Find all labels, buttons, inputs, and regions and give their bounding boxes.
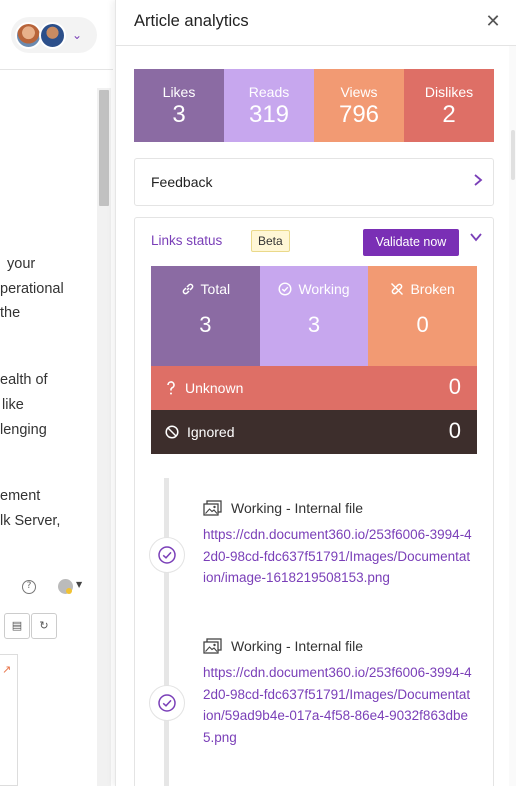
- stat-value: 796: [338, 101, 380, 128]
- beta-badge: Beta: [251, 230, 290, 252]
- timeline-item: Working - Internal file https://cdn.docu…: [203, 498, 473, 589]
- link-status-text: Working - Internal file: [231, 500, 364, 516]
- refresh-icon[interactable]: ↻: [31, 613, 57, 639]
- link-url[interactable]: https://cdn.document360.io/253f6006-3994…: [203, 662, 473, 748]
- stat-label: Likes: [162, 84, 196, 100]
- external-link-icon[interactable]: ↗: [2, 663, 11, 676]
- image-icon: [203, 638, 222, 654]
- timeline-item: Working - Internal file https://cdn.docu…: [203, 636, 473, 748]
- left-text-line: ealth of: [0, 372, 48, 388]
- links-unknown-row[interactable]: Unknown 0: [151, 366, 477, 410]
- check-circle-icon: [278, 282, 292, 296]
- ban-icon: [165, 425, 179, 439]
- link-url[interactable]: https://cdn.document360.io/253f6006-3994…: [203, 524, 473, 589]
- left-text-line: ement: [0, 488, 41, 504]
- links-ignored-row[interactable]: Ignored 0: [151, 410, 477, 454]
- stat-reads: Reads 319: [224, 69, 314, 142]
- links-broken-label: Broken: [410, 281, 455, 297]
- drawer-title: Article analytics: [134, 12, 249, 30]
- left-text-line: lk Server,: [0, 513, 61, 529]
- timeline-line: [164, 478, 169, 786]
- chevron-down-icon[interactable]: [469, 232, 483, 242]
- link-status-text: Working - Internal file: [231, 638, 364, 654]
- links-status-title: Links status: [151, 233, 223, 248]
- left-button-group: ▤ ↻: [0, 613, 60, 640]
- drawer-header: Article analytics ✕: [116, 0, 516, 46]
- links-broken-value: 0: [416, 312, 429, 337]
- links-unknown-label: Unknown: [185, 380, 244, 396]
- question-icon: [167, 381, 175, 395]
- avatar: [39, 21, 66, 49]
- left-text-block: ement lk Server,: [0, 484, 96, 534]
- link-icon: [182, 283, 193, 295]
- check-circle-icon: [149, 537, 185, 573]
- collaborator-avatars[interactable]: ⌄: [11, 17, 97, 53]
- stat-label: Views: [340, 84, 378, 100]
- stat-dislikes: Dislikes 2: [404, 69, 494, 142]
- left-text-block: your perational the: [0, 252, 96, 326]
- article-analytics-drawer: Article analytics ✕ Likes 3 Reads 319 Vi…: [115, 0, 516, 786]
- links-summary-grid: Total 3 Working 3 Broken 0 Unknown 0 Ign…: [151, 266, 477, 454]
- links-working-cell[interactable]: Working 3: [259, 266, 369, 366]
- chevron-right-icon[interactable]: [473, 173, 483, 187]
- stat-likes: Likes 3: [134, 69, 224, 142]
- links-total-cell[interactable]: Total 3: [151, 266, 260, 366]
- stat-value: 319: [248, 101, 290, 128]
- feedback-label: Feedback: [151, 174, 213, 190]
- link-status-line: Working - Internal file: [203, 498, 473, 518]
- pdf-icon[interactable]: ▤: [4, 613, 30, 639]
- check-circle-icon: [149, 685, 185, 721]
- left-text-line: lenging: [0, 422, 47, 438]
- links-working-value: 3: [307, 312, 321, 337]
- caret-down-icon[interactable]: ▼: [76, 580, 82, 589]
- stat-views: Views 796: [314, 69, 404, 142]
- links-broken-cell[interactable]: Broken 0: [368, 266, 477, 366]
- left-panel-box: ↗: [0, 654, 18, 786]
- links-total-value: 3: [199, 312, 212, 337]
- article-stats: Likes 3 Reads 319 Views 796 Dislikes 2: [134, 69, 494, 142]
- user-status-icon[interactable]: [58, 579, 73, 594]
- left-header: ⌄: [0, 0, 113, 70]
- image-icon: [203, 500, 222, 516]
- stat-label: Dislikes: [424, 84, 474, 100]
- link-status-line: Working - Internal file: [203, 636, 473, 656]
- links-working-label: Working: [298, 281, 350, 297]
- links-ignored-value: 0: [448, 418, 461, 443]
- avatar: [15, 21, 42, 49]
- validate-now-button[interactable]: Validate now: [363, 229, 459, 256]
- scrollbar-thumb[interactable]: [99, 90, 109, 206]
- broken-link-icon: [391, 283, 404, 295]
- left-text-block: ealth of like lenging: [0, 368, 96, 443]
- links-total-label: Total: [200, 281, 231, 297]
- stat-value: 3: [172, 101, 186, 128]
- help-icon[interactable]: ?: [22, 580, 36, 594]
- links-ignored-label: Ignored: [187, 424, 235, 440]
- left-text-line: perational: [0, 280, 64, 297]
- left-text-line: like: [2, 397, 24, 413]
- stat-label: Reads: [248, 84, 290, 100]
- chevron-down-icon[interactable]: ⌄: [72, 28, 82, 42]
- stat-value: 2: [442, 101, 456, 128]
- left-text-line: the: [0, 305, 21, 321]
- feedback-card[interactable]: Feedback: [134, 158, 494, 206]
- left-text-line: your: [7, 256, 36, 272]
- drawer-scrollbar-thumb[interactable]: [511, 130, 515, 180]
- background-editor-pane: ⌄ your perational the ealth of like leng…: [0, 0, 113, 786]
- close-icon[interactable]: ✕: [483, 12, 503, 32]
- links-unknown-value: 0: [448, 374, 461, 399]
